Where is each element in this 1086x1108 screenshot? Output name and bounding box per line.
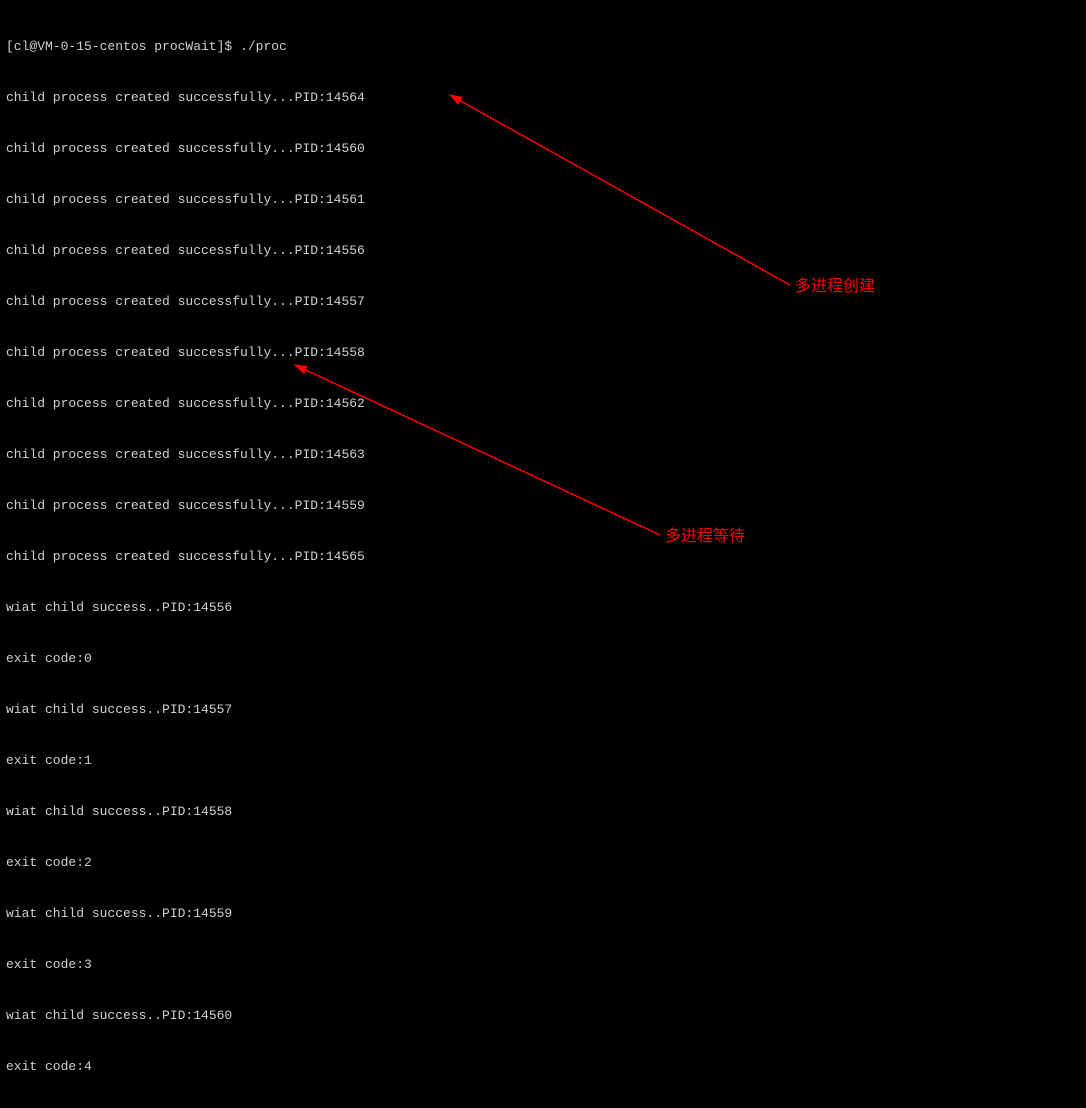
output-line: child process created successfully...PID… xyxy=(6,140,1080,157)
prompt-line: [cl@VM-0-15-centos procWait]$ ./proc xyxy=(6,38,1080,55)
annotation-multiprocess-create: 多进程创建 xyxy=(795,278,875,295)
output-line: child process created successfully...PID… xyxy=(6,497,1080,514)
output-line: child process created successfully...PID… xyxy=(6,446,1080,463)
output-line: child process created successfully...PID… xyxy=(6,344,1080,361)
annotation-multiprocess-wait: 多进程等待 xyxy=(665,528,745,545)
output-line: child process created successfully...PID… xyxy=(6,395,1080,412)
output-line: child process created successfully...PID… xyxy=(6,191,1080,208)
output-line: exit code:2 xyxy=(6,854,1080,871)
terminal-output[interactable]: [cl@VM-0-15-centos procWait]$ ./proc chi… xyxy=(6,4,1080,1108)
output-line: wiat child success..PID:14559 xyxy=(6,905,1080,922)
output-line: exit code:4 xyxy=(6,1058,1080,1075)
output-line: exit code:3 xyxy=(6,956,1080,973)
output-line: exit code:1 xyxy=(6,752,1080,769)
output-line: wiat child success..PID:14558 xyxy=(6,803,1080,820)
output-line: exit code:0 xyxy=(6,650,1080,667)
output-line: wiat child success..PID:14560 xyxy=(6,1007,1080,1024)
output-line: wiat child success..PID:14557 xyxy=(6,701,1080,718)
output-line: child process created successfully...PID… xyxy=(6,548,1080,565)
output-line: child process created successfully...PID… xyxy=(6,89,1080,106)
output-line: child process created successfully...PID… xyxy=(6,242,1080,259)
output-line: wiat child success..PID:14556 xyxy=(6,599,1080,616)
output-line: child process created successfully...PID… xyxy=(6,293,1080,310)
